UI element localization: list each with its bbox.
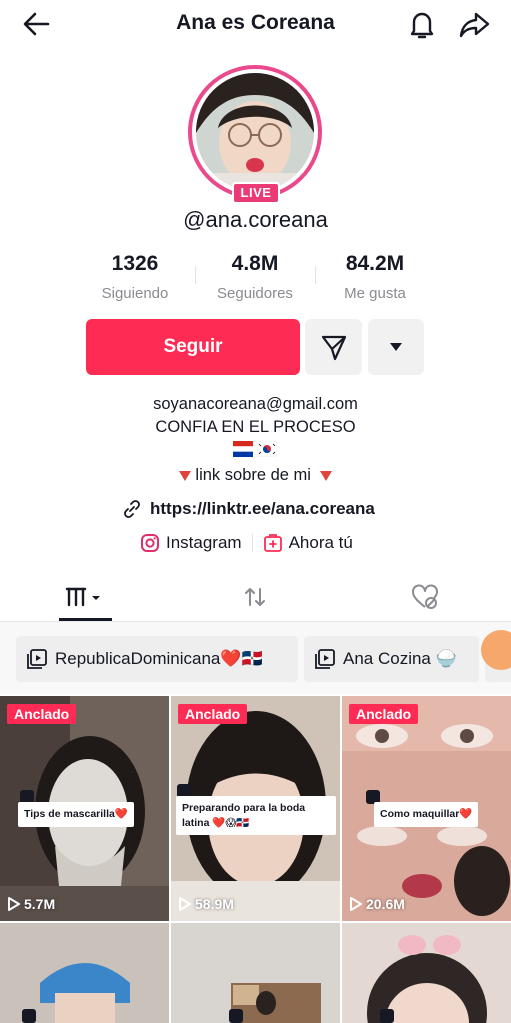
likes-count: 84.2M — [345, 252, 405, 275]
video-thumbnail-image — [171, 923, 340, 1023]
video-thumbnail-image — [342, 923, 511, 1023]
bio-link-hint-text: link sobre de mi — [195, 466, 311, 484]
username: @ana.coreana — [183, 207, 328, 232]
view-count: 20.6M — [350, 896, 405, 912]
video-thumbnail[interactable]: Anclado Tips de mascarilla❤️ 5.7M — [0, 696, 169, 921]
send-icon — [321, 335, 347, 361]
tiktok-icon — [22, 1009, 36, 1023]
bio-url-link[interactable]: https://linktr.ee/ana.coreana — [122, 497, 375, 521]
playlist-row: RepublicaDominicana❤️🇩🇴 Ana Cozina 🍚 — [0, 622, 511, 694]
video-thumbnail[interactable]: Anclado Preparando para la boda latina ❤… — [171, 696, 340, 921]
tab-videos[interactable] — [40, 572, 130, 622]
ahora-tu-link[interactable]: Ahora tú — [263, 533, 353, 553]
stat-followers[interactable]: 4.8M Seguidores — [195, 252, 315, 302]
bio-motto: CONFIA EN EL PROCESO — [155, 418, 356, 436]
video-thumbnail-image — [0, 923, 169, 1023]
video-thumbnail[interactable] — [342, 923, 511, 1023]
paraguay-flag-icon — [233, 441, 253, 457]
caret-down-icon — [390, 343, 402, 351]
link-icon — [124, 500, 140, 518]
followers-label: Seguidores — [217, 285, 293, 302]
stat-likes[interactable]: 84.2M Me gusta — [315, 252, 435, 302]
view-count-text: 5.7M — [24, 896, 56, 912]
playlist-icon — [27, 649, 47, 669]
south-korea-flag-icon — [257, 441, 277, 457]
tab-reposts[interactable] — [210, 572, 300, 622]
add-box-icon — [263, 534, 282, 552]
bio-email: soyanacoreana@gmail.com — [153, 395, 358, 413]
bio-flags — [233, 441, 277, 461]
profile-tabs — [0, 572, 511, 622]
stat-following[interactable]: 1326 Siguiendo — [75, 252, 195, 302]
play-icon — [179, 897, 191, 911]
pinned-badge: Anclado — [349, 704, 419, 724]
view-count-text: 20.6M — [366, 896, 405, 912]
message-button[interactable] — [305, 319, 362, 375]
followers-count: 4.8M — [231, 252, 279, 275]
follow-button[interactable]: Seguir — [86, 319, 300, 375]
video-caption: Preparando para la boda latina ❤️😱🇩🇴 — [176, 796, 336, 836]
share-arrow-icon[interactable] — [456, 6, 492, 42]
ahora-tu-label: Ahora tú — [288, 533, 353, 552]
social-links: Instagram Ahora tú — [140, 531, 353, 555]
view-count-text: 58.9M — [195, 896, 234, 912]
bell-icon[interactable] — [404, 6, 440, 42]
video-grid: Anclado Tips de mascarilla❤️ 5.7M Anclad… — [0, 696, 511, 1023]
active-tab-indicator — [59, 618, 112, 621]
following-count: 1326 — [111, 252, 159, 275]
play-icon — [350, 897, 362, 911]
video-caption: Como maquillar❤️ — [374, 802, 479, 827]
bio-link-hint: link sobre de mi — [0, 466, 511, 485]
videos-grid-icon — [65, 587, 100, 607]
following-label: Siguiendo — [101, 285, 169, 302]
instagram-icon — [141, 534, 159, 552]
more-options-button[interactable] — [368, 319, 424, 375]
video-thumbnail[interactable]: Anclado Como maquillar❤️ 20.6M — [342, 696, 511, 921]
repost-icon — [245, 588, 265, 606]
playlist-label: Ana Cozina 🍚 — [343, 649, 457, 668]
top-bar: Ana es Coreana — [0, 0, 511, 48]
likes-label: Me gusta — [344, 285, 406, 302]
video-caption: Tips de mascarilla❤️ — [18, 802, 134, 827]
red-triangle-icon — [178, 470, 191, 481]
avatar[interactable] — [188, 65, 322, 199]
play-icon — [8, 897, 20, 911]
social-divider — [251, 534, 253, 552]
playlist-chip[interactable]: RepublicaDominicana❤️🇩🇴 — [16, 636, 298, 682]
view-count: 58.9M — [179, 896, 234, 912]
pinned-badge: Anclado — [178, 704, 248, 724]
video-thumbnail[interactable] — [171, 923, 340, 1023]
tiktok-icon — [380, 1009, 394, 1023]
pinned-badge: Anclado — [7, 704, 77, 724]
playlist-icon — [315, 649, 335, 669]
tab-liked[interactable] — [380, 572, 470, 622]
video-thumbnail[interactable] — [0, 923, 169, 1023]
playlist-chip[interactable]: Ana Cozina 🍚 — [304, 636, 479, 682]
avatar-photo — [196, 73, 314, 191]
live-badge[interactable]: LIVE — [232, 182, 280, 204]
instagram-link[interactable]: Instagram — [140, 533, 242, 553]
liked-hidden-icon — [412, 584, 438, 609]
tiktok-icon — [229, 1009, 243, 1023]
playlist-label: RepublicaDominicana❤️🇩🇴 — [55, 649, 263, 668]
bio-url-text: https://linktr.ee/ana.coreana — [150, 499, 375, 518]
red-triangle-icon — [320, 470, 333, 481]
view-count: 5.7M — [8, 896, 55, 912]
instagram-label: Instagram — [166, 533, 242, 552]
